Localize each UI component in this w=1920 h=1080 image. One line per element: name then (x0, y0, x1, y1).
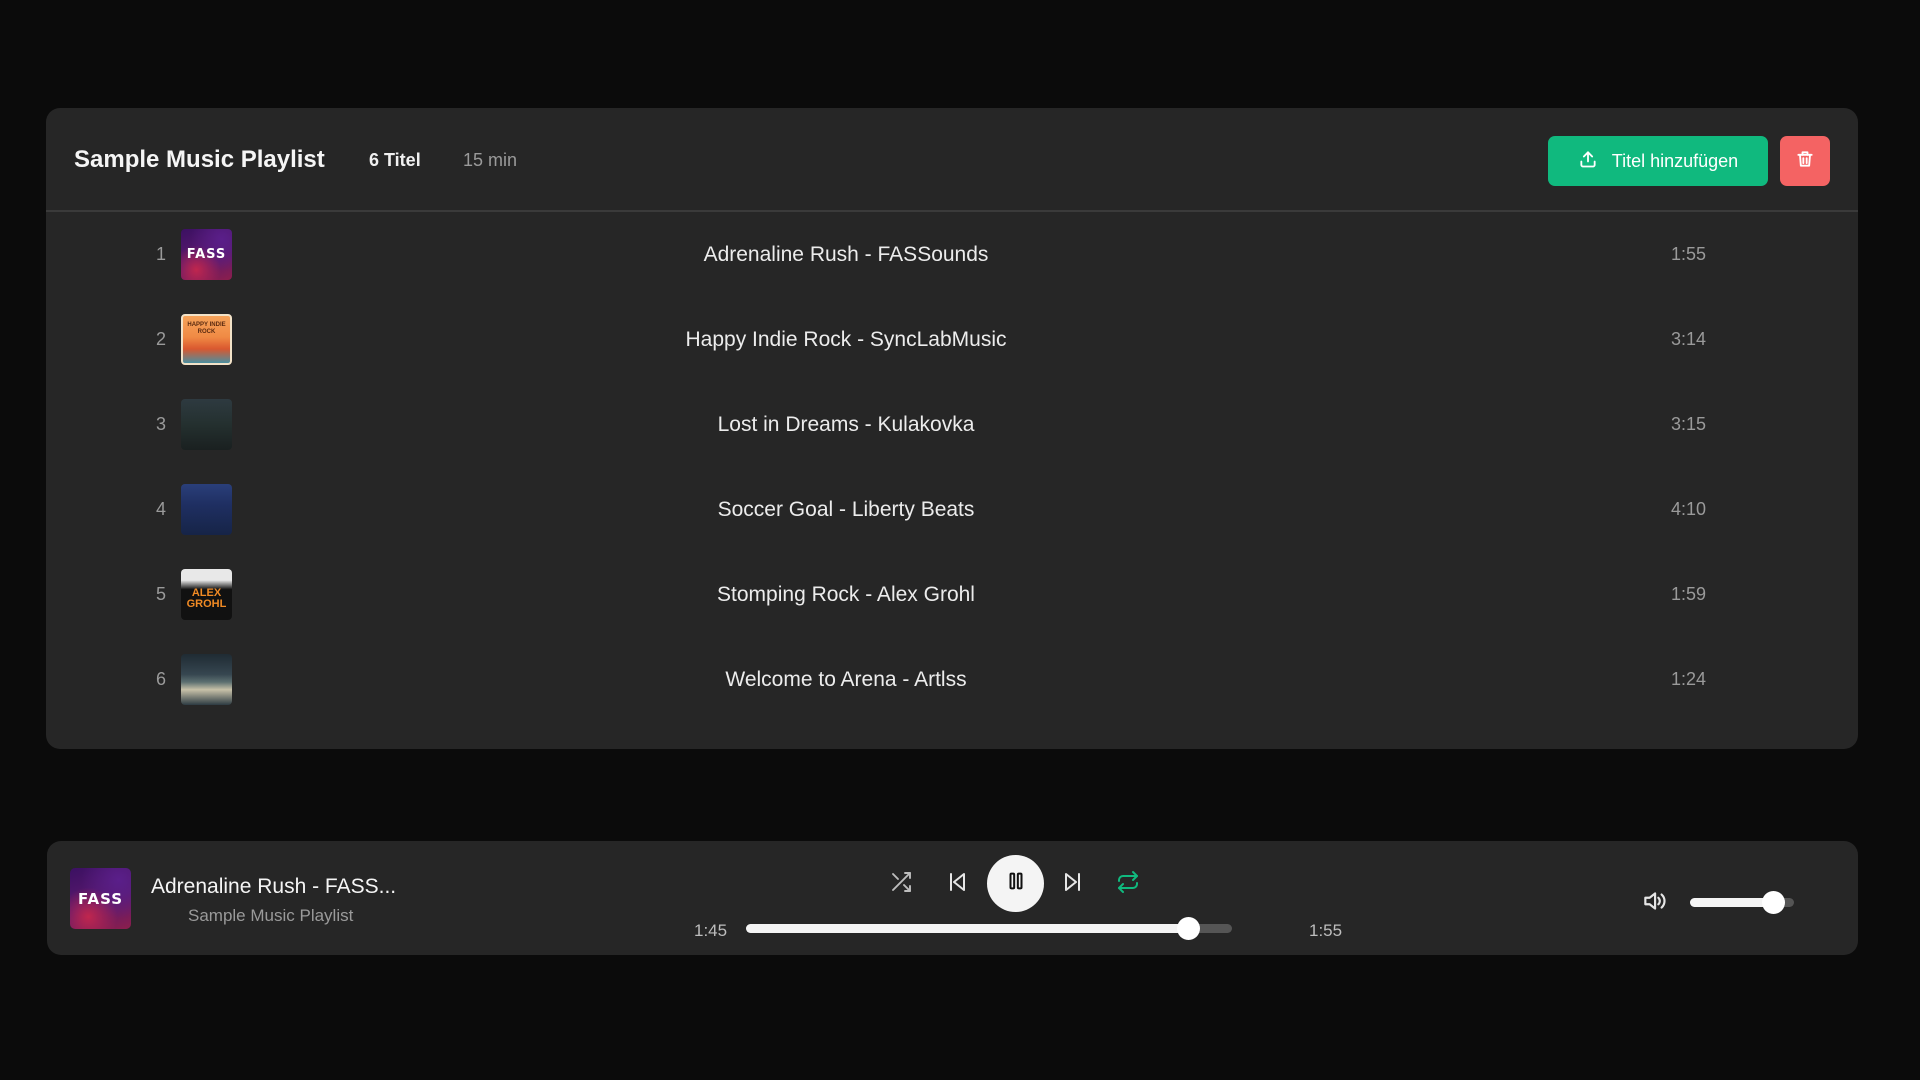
track-cover: HAPPY INDIE ROCK (181, 314, 232, 365)
now-playing-cover: FASS (70, 868, 131, 929)
skip-back-icon (945, 870, 969, 899)
track-duration: 4:10 (1670, 499, 1706, 519)
add-track-label: Titel hinzufügen (1611, 150, 1739, 171)
total-time: 1:55 (1309, 921, 1343, 940)
previous-button[interactable] (942, 869, 972, 899)
progress-bar[interactable] (746, 917, 1232, 940)
cover-text: HAPPY INDIE ROCK (187, 322, 226, 335)
track-cover: ALEX GROHL (181, 569, 232, 620)
shuffle-icon (889, 870, 913, 899)
track-number: 4 (155, 499, 166, 519)
track-duration: 3:15 (1670, 414, 1706, 434)
progress-thumb[interactable] (1177, 917, 1201, 940)
cover-text: FASS (186, 247, 227, 262)
track-cover: FASS (181, 229, 232, 280)
volume-thumb[interactable] (1762, 891, 1786, 914)
track-title: Happy Indie Rock - SyncLabMusic (685, 328, 1007, 351)
track-cover (181, 654, 232, 705)
volume-button[interactable] (1637, 886, 1671, 920)
add-track-button[interactable]: Titel hinzufügen (1548, 136, 1768, 186)
cover-text: FASS (77, 889, 124, 908)
track-title: Stomping Rock - Alex Grohl (717, 583, 975, 606)
progress-fill (746, 924, 1189, 933)
track-row[interactable]: 4 Soccer Goal - Liberty Beats 4:10 (46, 467, 1858, 552)
delete-playlist-button[interactable] (1780, 136, 1830, 186)
track-row[interactable]: 5 ALEX GROHL Stomping Rock - Alex Grohl … (46, 552, 1858, 637)
volume-icon (1641, 888, 1667, 919)
playlist-header: Sample Music Playlist 6 Titel 15 min Tit… (46, 108, 1858, 212)
repeat-icon (1116, 870, 1140, 899)
track-row[interactable]: 2 HAPPY INDIE ROCK Happy Indie Rock - Sy… (46, 297, 1858, 382)
track-duration: 3:14 (1670, 329, 1706, 349)
track-duration: 1:24 (1670, 669, 1706, 689)
now-playing-playlist: Sample Music Playlist (188, 906, 354, 925)
playlist-title: Sample Music Playlist (74, 146, 325, 173)
track-row[interactable]: 6 Welcome to Arena - Artlss 1:24 (46, 637, 1858, 722)
track-duration: 1:55 (1670, 244, 1706, 264)
total-duration: 15 min (463, 150, 518, 170)
volume-slider[interactable] (1690, 891, 1794, 914)
track-title: Adrenaline Rush - FASSounds (703, 243, 989, 266)
track-row[interactable]: 1 FASS Adrenaline Rush - FASSounds 1:55 (46, 212, 1858, 297)
player-bar: FASS Adrenaline Rush - FASS... Sample Mu… (47, 841, 1858, 955)
upload-icon (1578, 149, 1598, 174)
skip-forward-icon (1061, 870, 1085, 899)
cover-text: ALEX GROHL (186, 586, 227, 610)
track-number: 1 (155, 244, 166, 264)
volume-fill (1690, 898, 1774, 907)
next-button[interactable] (1058, 869, 1088, 899)
shuffle-button[interactable] (886, 869, 916, 899)
track-title: Welcome to Arena - Artlss (725, 668, 967, 691)
track-number: 6 (155, 669, 166, 689)
track-number: 2 (155, 329, 166, 349)
track-cover (181, 399, 232, 450)
track-number: 3 (155, 414, 166, 434)
now-playing-title: Adrenaline Rush - FASS... (151, 875, 397, 898)
track-duration: 1:59 (1670, 584, 1706, 604)
current-time: 1:45 (694, 921, 728, 940)
track-count: 6 Titel (369, 150, 421, 170)
track-list: 1 FASS Adrenaline Rush - FASSounds 1:55 … (46, 212, 1858, 722)
track-number: 5 (155, 584, 166, 604)
trash-icon (1795, 149, 1815, 174)
track-title: Soccer Goal - Liberty Beats (717, 498, 975, 521)
track-row[interactable]: 3 Lost in Dreams - Kulakovka 3:15 (46, 382, 1858, 467)
play-pause-button[interactable] (987, 855, 1044, 912)
playlist-card: Sample Music Playlist 6 Titel 15 min Tit… (46, 108, 1858, 749)
track-cover (181, 484, 232, 535)
pause-icon (1005, 870, 1027, 897)
track-title: Lost in Dreams - Kulakovka (717, 413, 975, 436)
repeat-button[interactable] (1113, 869, 1143, 899)
